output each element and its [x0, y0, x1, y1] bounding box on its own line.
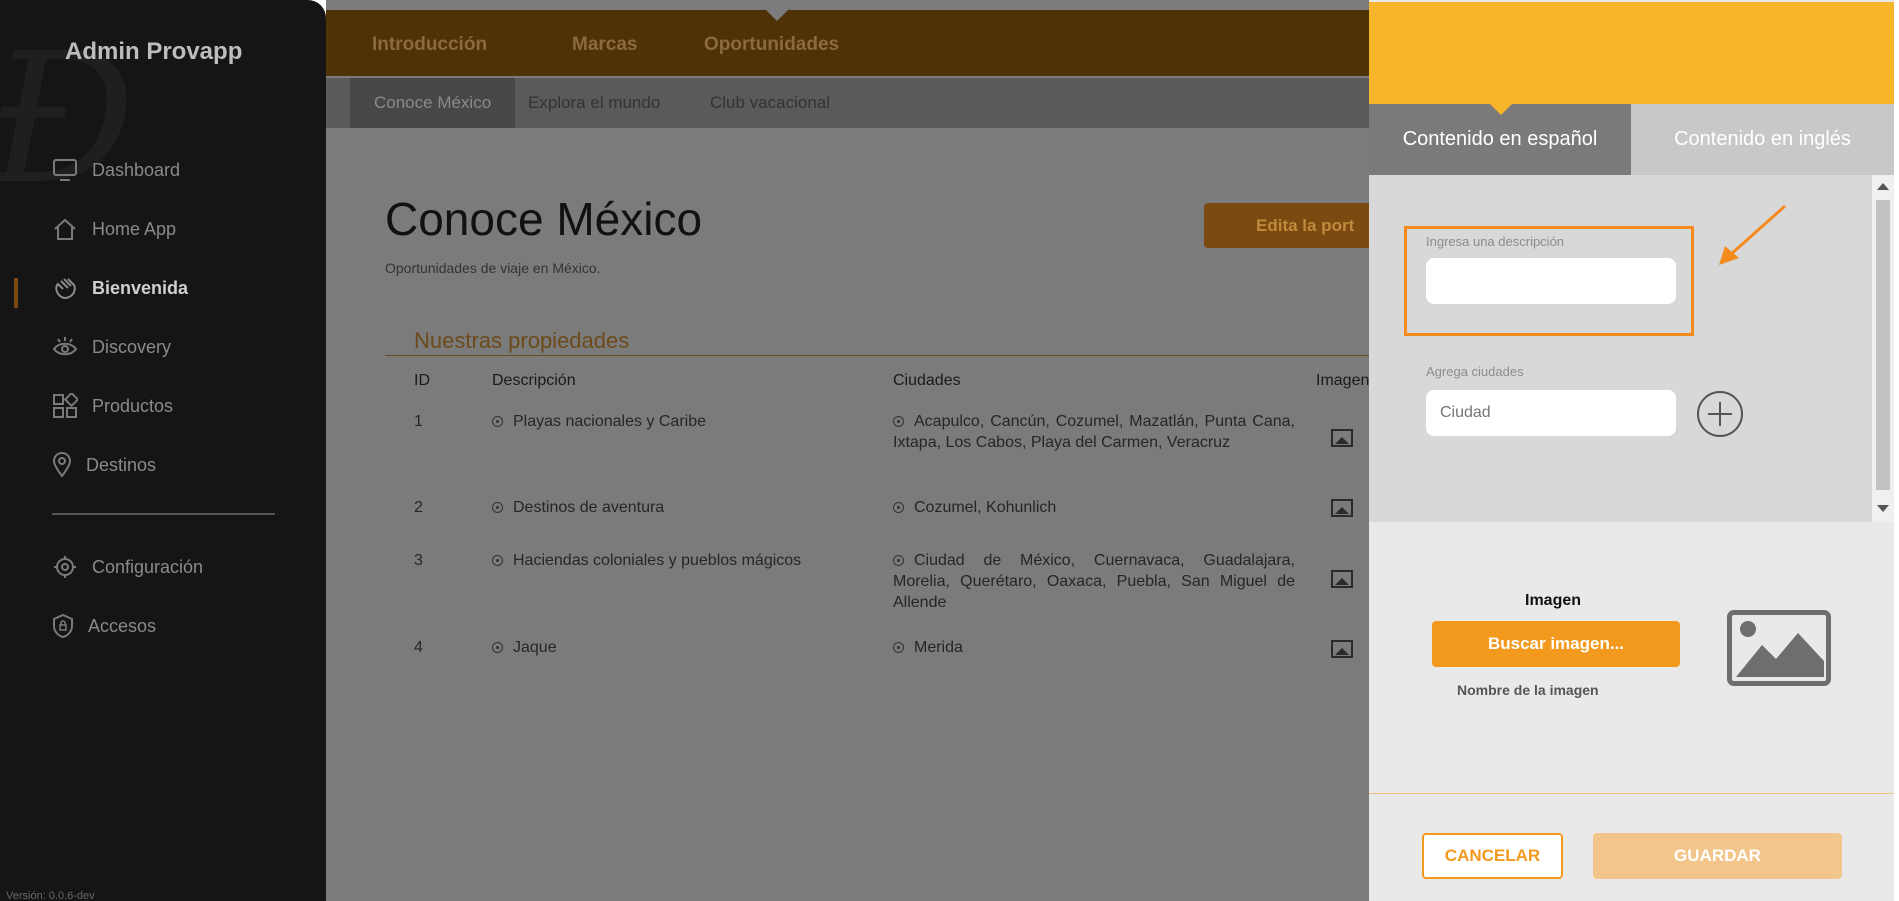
cell-ciudades: Acapulco, Cancún, Cozumel, Mazatlán, Pun… [893, 413, 1295, 451]
scroll-up-icon[interactable] [1877, 183, 1889, 190]
page-title: Conoce México [385, 193, 703, 245]
cell-id: 3 [414, 552, 423, 569]
bullet-icon [893, 642, 904, 653]
city-input[interactable] [1426, 390, 1676, 436]
sidebar-item-label: Destinos [86, 454, 157, 475]
sidebar-item-discovery[interactable]: Discovery [52, 332, 171, 362]
cell-id: 2 [414, 499, 423, 516]
sidebar-item-dashboard[interactable]: Dashboard [52, 155, 180, 185]
image-icon[interactable] [1331, 640, 1353, 658]
sidebar-item-label: Home App [92, 218, 177, 239]
sidebar: Ð Admin Provapp Dashboard Home App Bienv… [0, 0, 326, 901]
sidebar-item-label: Productos [92, 395, 174, 416]
sidebar-item-label: Bienvenida [92, 277, 189, 298]
active-caret [766, 10, 788, 21]
scroll-down-icon[interactable] [1877, 505, 1889, 512]
form-scrollbar[interactable] [1872, 175, 1894, 522]
top-nav-introduccion[interactable]: Introducción [372, 34, 487, 56]
cell-ciudades: Cozumel, Kohunlich [893, 497, 1295, 518]
bullet-icon [492, 416, 503, 427]
sidebar-item-label: Configuración [92, 556, 204, 577]
grid-icon [52, 391, 80, 419]
sidebar-item-label: Accesos [88, 615, 157, 636]
home-icon [52, 216, 78, 242]
section-title: Nuestras propiedades [414, 328, 630, 353]
sidebar-item-label: Discovery [92, 336, 172, 357]
bullet-icon [893, 416, 904, 427]
bullet-icon [492, 502, 503, 513]
save-button[interactable]: GUARDAR [1593, 833, 1842, 879]
monitor-icon [52, 157, 78, 183]
sidebar-item-accesos[interactable]: Accesos [52, 611, 156, 641]
page-subtitle: Oportunidades de viaje en México. [385, 260, 601, 276]
panel-header [1369, 2, 1894, 104]
gear-icon [52, 554, 78, 580]
sidebar-item-label: Dashboard [92, 159, 181, 180]
cancel-button[interactable]: CANCELAR [1422, 833, 1563, 879]
sidebar-item-home-app[interactable]: Home App [52, 214, 176, 244]
image-label: Imagen [1525, 592, 1582, 609]
active-marker [14, 278, 18, 308]
image-icon[interactable] [1331, 429, 1353, 447]
footer-divider [1369, 793, 1894, 794]
bullet-icon [893, 502, 904, 513]
cell-id: 1 [414, 413, 423, 430]
panel-tabs: Contenido en español Contenido en inglés [1369, 104, 1894, 175]
image-icon[interactable] [1331, 570, 1353, 588]
section-divider [385, 355, 1369, 356]
cell-descripcion: Jaque [492, 637, 557, 658]
page-edge [1894, 0, 1899, 901]
eye-icon [52, 334, 78, 360]
tab-explora-el-mundo[interactable]: Explora el mundo [510, 78, 678, 128]
sub-nav: Conoce México Explora el mundo Club vaca… [326, 78, 1369, 128]
wave-hand-icon [52, 275, 78, 301]
edit-panel: Contenido en español Contenido en inglés… [1369, 0, 1899, 901]
main-content-overlay: Introducción Marcas Oportunidades Conoce… [326, 0, 1404, 901]
cell-ciudades: Ciudad de México, Cuernavaca, Guadalajar… [893, 552, 1295, 611]
col-header-id: ID [414, 372, 430, 389]
description-input[interactable] [1426, 258, 1676, 304]
search-image-button[interactable]: Buscar imagen... [1432, 621, 1680, 667]
sidebar-item-configuracion[interactable]: Configuración [52, 552, 203, 582]
bullet-icon [893, 555, 904, 566]
tab-contenido-ingles[interactable]: Contenido en inglés [1631, 104, 1894, 175]
bullet-icon [492, 642, 503, 653]
cell-descripcion: Haciendas coloniales y pueblos mágicos [492, 550, 801, 571]
pin-icon [52, 452, 72, 478]
description-label: Ingresa una descripción [1426, 234, 1565, 249]
cell-id: 4 [414, 639, 423, 656]
scroll-thumb[interactable] [1876, 200, 1890, 490]
image-name-label: Nombre de la imagen [1457, 682, 1599, 698]
cell-descripcion: Destinos de aventura [492, 497, 664, 518]
sidebar-item-productos[interactable]: Productos [52, 391, 173, 421]
col-header-ciudades: Ciudades [893, 372, 961, 389]
sidebar-item-destinos[interactable]: Destinos [52, 450, 156, 480]
cell-descripcion: Playas nacionales y Caribe [492, 411, 706, 432]
annotation-arrow-icon [1719, 204, 1786, 265]
cell-ciudades: Merida [893, 637, 1295, 658]
col-header-imagen: Imagen [1316, 372, 1370, 389]
shield-icon [52, 613, 74, 639]
brand-title: Admin Provapp [65, 38, 243, 65]
image-icon[interactable] [1331, 499, 1353, 517]
sidebar-item-bienvenida[interactable]: Bienvenida [52, 273, 188, 303]
bullet-icon [492, 555, 503, 566]
tab-club-vacacional[interactable]: Club vacacional [692, 78, 848, 128]
add-city-icon[interactable] [1697, 391, 1743, 437]
top-nav-marcas[interactable]: Marcas [572, 34, 638, 56]
version-label: Versión: 0.0.6-dev [6, 890, 95, 901]
tab-caret [1490, 104, 1512, 115]
col-header-descripcion: Descripción [492, 372, 576, 389]
top-nav-oportunidades[interactable]: Oportunidades [704, 34, 839, 56]
top-nav: Introducción Marcas Oportunidades [326, 10, 1369, 76]
image-placeholder-icon [1727, 610, 1831, 686]
sidebar-divider [52, 513, 275, 515]
cities-label: Agrega ciudades [1426, 364, 1524, 379]
tab-conoce-mexico[interactable]: Conoce México [350, 78, 516, 128]
